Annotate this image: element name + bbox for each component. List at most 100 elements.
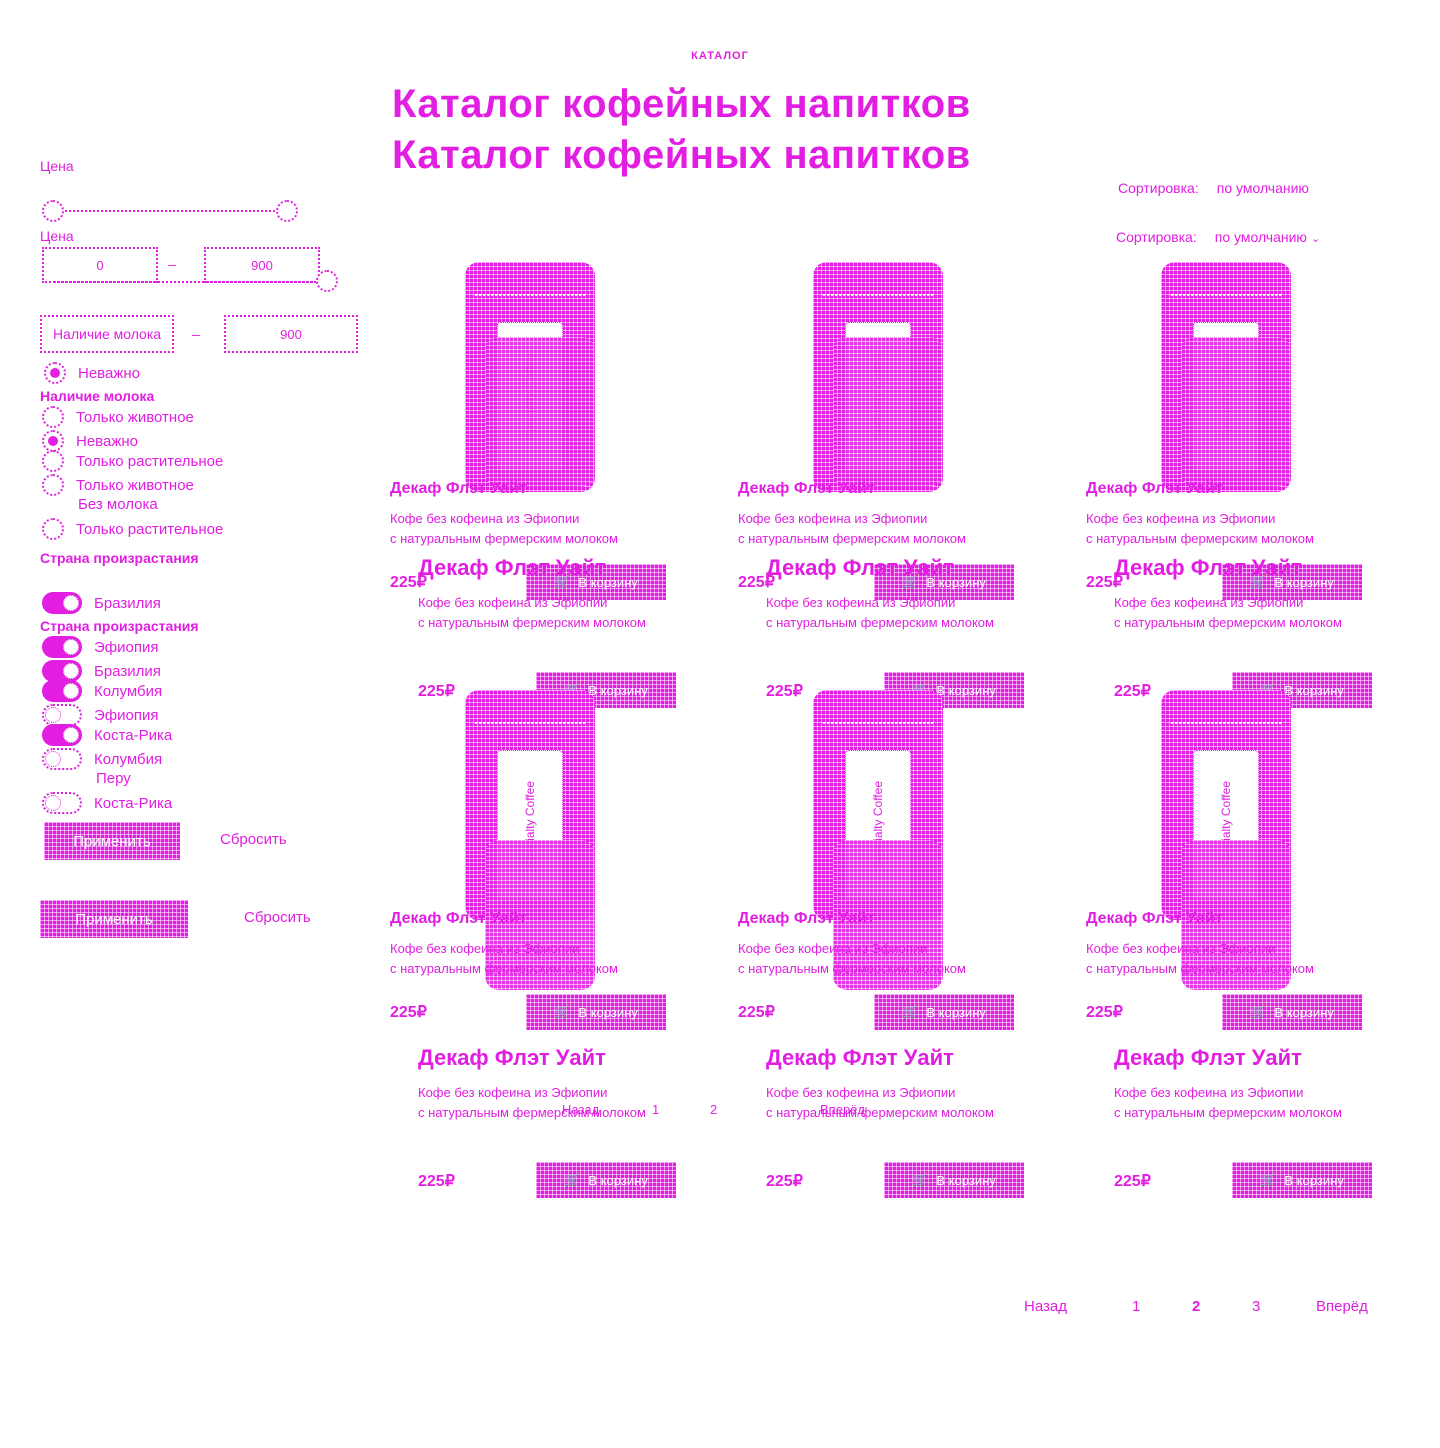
product-name[interactable]: Декаф Флэт Уайт — [738, 480, 875, 498]
apply-button[interactable]: Применить — [40, 900, 188, 938]
price-max-input[interactable]: 900 — [204, 247, 320, 283]
country-toggle-colombia-echo[interactable]: Колумбия — [42, 680, 162, 702]
product-name[interactable]: Декаф Флэт Уайт — [1086, 910, 1223, 928]
product-description: Кофе без кофеина из Эфиопии с натуральным… — [1086, 509, 1376, 549]
sort-label: Сортировка: — [1118, 180, 1199, 196]
sort-value[interactable]: по умолчанию ⌄ — [1215, 229, 1320, 245]
product-name-echo[interactable]: Декаф Флэт Уайт — [418, 555, 606, 581]
page-title-echo: Каталог кофейных напитков — [392, 133, 971, 177]
country-option-peru[interactable]: Перу — [96, 770, 131, 787]
product-name-echo[interactable]: Декаф Флэт Уайт — [1114, 1045, 1302, 1071]
product-description: Кофе без кофеина из Эфиопии с натуральным… — [738, 939, 1028, 979]
product-can-image-echo — [833, 337, 943, 487]
cart-icon: 🛒 — [912, 1172, 929, 1187]
add-to-cart-button[interactable]: 🛒 В корзину — [874, 994, 1014, 1030]
toggle-switch — [42, 592, 82, 614]
product-description-line: Кофе без кофеина из Эфиопии — [766, 595, 956, 610]
milk-radio-plant-echo[interactable]: Только растительное — [42, 518, 223, 540]
product-description-line: Кофе без кофеина из Эфиопии — [1086, 941, 1276, 956]
price-slider-max-handle[interactable] — [276, 200, 298, 222]
price-min-input[interactable]: 0 — [42, 247, 158, 283]
reset-button-echo[interactable]: Сбросить — [220, 831, 287, 848]
milk-radio-any-echo[interactable]: Неважно — [44, 362, 140, 384]
product-price-echo: 225₽ — [1114, 1173, 1151, 1190]
add-to-cart-button[interactable]: 🛒 В корзину — [1222, 994, 1362, 1030]
product-can-image-echo — [1181, 337, 1291, 487]
price-slider-track[interactable] — [54, 210, 286, 212]
product-name-echo[interactable]: Декаф Флэт Уайт — [1114, 555, 1302, 581]
product-name[interactable]: Декаф Флэт Уайт — [738, 910, 875, 928]
price-slider-min-handle[interactable] — [42, 200, 64, 222]
product-description-line: Кофе без кофеина из Эфиопии — [1086, 511, 1276, 526]
pagination-page-2[interactable]: 2 — [1192, 1298, 1200, 1315]
country-toggle-brazil-echo[interactable]: Бразилия — [42, 592, 161, 614]
product-price: 225₽ — [1086, 1004, 1123, 1021]
add-to-cart-button[interactable]: 🛒 В корзину — [526, 994, 666, 1030]
add-to-cart-button-echo[interactable]: 🛒 В корзину — [536, 1162, 676, 1198]
pagination-next[interactable]: Вперёд — [1316, 1298, 1368, 1315]
country-label: Страна произрастания — [40, 550, 199, 566]
country-toggle-ethiopia-echo[interactable]: Эфиопия — [42, 636, 158, 658]
sort-control[interactable]: Сортировка: по умолчанию ⌄ — [1116, 229, 1320, 245]
product-name-echo[interactable]: Декаф Флэт Уайт — [418, 1045, 606, 1071]
apply-button-echo[interactable]: Применить — [44, 822, 180, 860]
add-to-cart-button-echo[interactable]: 🛒 В корзину — [1232, 1162, 1372, 1198]
country-toggle-ethiopia[interactable]: Эфиопия — [42, 704, 158, 726]
product-name[interactable]: Декаф Флэт Уайт — [390, 910, 527, 928]
can-lid — [475, 710, 585, 724]
pagination-page-1-echo[interactable]: 1 — [652, 1102, 659, 1117]
product-description-line: Кофе без кофеина из Эфиопии — [1114, 595, 1304, 610]
pagination-page-1[interactable]: 1 — [1132, 1298, 1140, 1315]
country-toggle-costarica-echo[interactable]: Коста-Рика — [42, 724, 172, 746]
range-dash: – — [168, 256, 176, 272]
pagination-prev[interactable]: Назад — [1024, 1298, 1067, 1315]
cart-icon: 🛒 — [1260, 1172, 1277, 1187]
product-name[interactable]: Декаф Флэт Уайт — [1086, 480, 1223, 498]
milk-radio-animal-echo[interactable]: Только животное — [42, 474, 194, 496]
milk-radio-plant[interactable]: Только растительное — [42, 450, 223, 472]
milk-label-box: Наличие молока — [40, 315, 174, 353]
add-to-cart-label: В корзину — [1274, 1004, 1334, 1020]
milk-radio-any[interactable]: Неважно — [42, 430, 138, 452]
pagination-next-echo[interactable]: Вперёд — [820, 1102, 865, 1117]
product-description: Кофе без кофеина из Эфиопии с натуральным… — [738, 509, 1028, 549]
product-description-line: с натуральным фермерским молоком — [766, 615, 994, 630]
cart-icon: 🛒 — [902, 1004, 919, 1019]
product-description-line: с натуральным фермерским молоком — [1086, 531, 1314, 546]
product-name-echo[interactable]: Декаф Флэт Уайт — [766, 555, 954, 581]
sort-value[interactable]: по умолчанию — [1217, 180, 1309, 196]
cart-icon: 🛒 — [564, 1172, 581, 1187]
product-description-echo: Кофе без кофеина из Эфиопии с натуральным… — [1114, 1083, 1354, 1123]
product-description-line: с натуральным фермерским молоком — [738, 961, 966, 976]
pagination-page-3[interactable]: 3 — [1252, 1298, 1260, 1315]
toggle-switch — [42, 680, 82, 702]
product-description-line: с натуральным фермерским молоком — [1086, 961, 1314, 976]
product-name-echo[interactable]: Декаф Флэт Уайт — [766, 1045, 954, 1071]
milk-radio-animal[interactable]: Только животное — [42, 406, 194, 428]
range-dash: – — [192, 326, 200, 342]
pagination-prev-echo[interactable]: Назад — [562, 1102, 599, 1117]
toggle-switch — [42, 704, 82, 726]
reset-button[interactable]: Сбросить — [244, 909, 311, 926]
sort-control-echo[interactable]: Сортировка: по умолчанию — [1118, 180, 1309, 196]
product-description-echo: Кофе без кофеина из Эфиопии с натуральным… — [766, 1083, 1006, 1123]
radio-indicator — [42, 406, 64, 428]
price-max-input-echo[interactable]: 900 — [224, 315, 358, 353]
product-price-echo: 225₽ — [766, 1173, 803, 1190]
add-to-cart-button-echo[interactable]: 🛒 В корзину — [884, 1162, 1024, 1198]
can-lid — [1171, 710, 1281, 724]
radio-indicator — [42, 474, 64, 496]
product-name[interactable]: Декаф Флэт Уайт — [390, 480, 527, 498]
country-toggle-costarica[interactable]: Коста-Рика — [42, 792, 172, 814]
milk-option-none[interactable]: Без молока — [78, 496, 158, 513]
cart-icon: 🛒 — [554, 1004, 571, 1019]
can-lid — [1171, 282, 1281, 296]
toggle-switch — [42, 636, 82, 658]
pagination-page-2-echo[interactable]: 2 — [710, 1102, 717, 1117]
country-toggle-colombia[interactable]: Колумбия — [42, 748, 162, 770]
cart-icon: 🛒 — [1250, 1004, 1267, 1019]
country-toggle-brazil[interactable]: Бразилия — [42, 660, 161, 682]
add-to-cart-label: В корзину — [1284, 1172, 1344, 1188]
product-description-line: Кофе без кофеина из Эфиопии — [390, 511, 580, 526]
product-description-line: с натуральным фермерским молоком — [766, 1105, 994, 1120]
